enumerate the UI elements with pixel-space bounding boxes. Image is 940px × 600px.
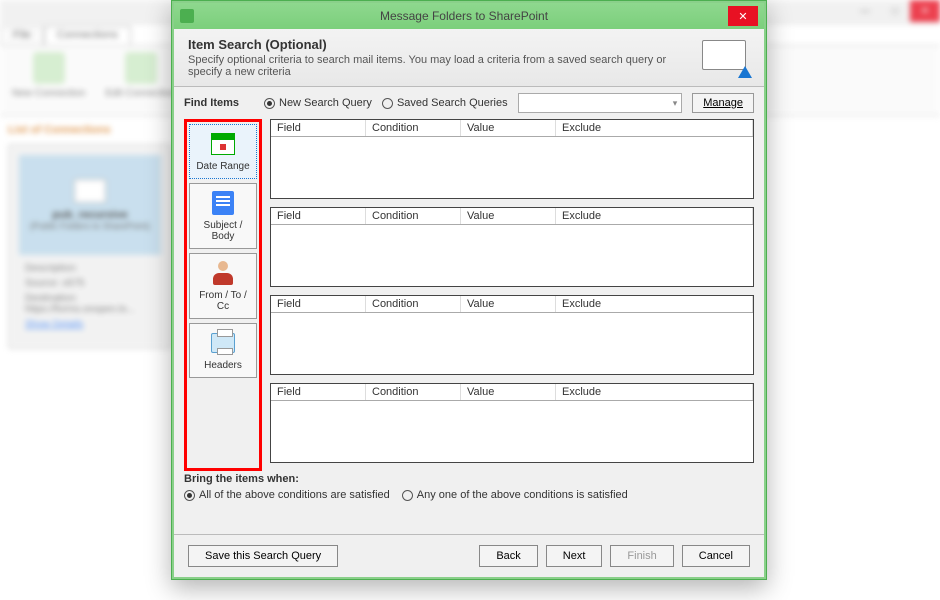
wizard-step-subtitle: Specify optional criteria to search mail… <box>188 54 692 78</box>
next-button[interactable]: Next <box>546 545 603 567</box>
criteria-table-headers[interactable]: Field Condition Value Exclude <box>270 383 754 463</box>
finish-button: Finish <box>610 545 673 567</box>
person-icon <box>211 261 235 285</box>
criteria-table-from[interactable]: Field Condition Value Exclude <box>270 295 754 375</box>
bg-edit-connection-button: Edit Connection <box>105 52 176 109</box>
cancel-button[interactable]: Cancel <box>682 545 750 567</box>
category-column: Date Range Subject / Body From / To / Cc… <box>184 119 262 471</box>
criteria-table-date[interactable]: Field Condition Value Exclude <box>270 119 754 199</box>
document-icon <box>212 191 234 215</box>
app-icon <box>180 9 194 23</box>
bg-minimize-icon: — <box>850 0 880 22</box>
new-connection-icon <box>33 52 65 84</box>
dialog-title: Message Folders to SharePoint <box>200 9 728 23</box>
edit-connection-icon <box>125 52 157 84</box>
bg-maximize-icon: □ <box>880 0 910 22</box>
category-subject-body[interactable]: Subject / Body <box>189 183 257 249</box>
bg-close-icon: ✕ <box>910 0 940 22</box>
col-condition: Condition <box>366 120 461 136</box>
close-button[interactable]: ✕ <box>728 6 758 26</box>
save-query-button[interactable]: Save this Search Query <box>188 545 338 567</box>
radio-any-condition[interactable]: Any one of the above conditions is satis… <box>402 489 628 501</box>
bg-tab-connections: Connections <box>44 26 131 45</box>
bg-tab-file: File <box>0 26 44 45</box>
wizard-step-title: Item Search (Optional) <box>188 37 692 52</box>
printer-icon <box>211 333 235 353</box>
criteria-table-subject[interactable]: Field Condition Value Exclude <box>270 207 754 287</box>
calendar-icon <box>211 133 235 155</box>
col-value: Value <box>461 120 556 136</box>
envelope-icon <box>74 179 106 203</box>
wizard-footer: Save this Search Query Back Next Finish … <box>174 534 764 577</box>
category-headers[interactable]: Headers <box>189 323 257 378</box>
find-items-label: Find Items <box>184 97 254 109</box>
mail-upload-icon <box>702 40 750 76</box>
radio-new-search[interactable]: New Search Query <box>264 97 372 109</box>
dialog-titlebar[interactable]: Message Folders to SharePoint ✕ <box>174 3 764 29</box>
wizard-dialog: Message Folders to SharePoint ✕ Item Sea… <box>171 0 767 580</box>
bg-list-header: List of Connections <box>8 124 172 136</box>
category-date-range[interactable]: Date Range <box>189 124 257 179</box>
wizard-header: Item Search (Optional) Specify optional … <box>174 29 764 87</box>
back-button[interactable]: Back <box>479 545 537 567</box>
manage-button[interactable]: Manage <box>692 93 754 113</box>
bring-items-label: Bring the items when: <box>184 473 754 485</box>
category-from-to-cc[interactable]: From / To / Cc <box>189 253 257 319</box>
col-field: Field <box>271 120 366 136</box>
radio-all-conditions[interactable]: All of the above conditions are satisfie… <box>184 489 390 501</box>
radio-saved-search[interactable]: Saved Search Queries <box>382 97 508 109</box>
bg-new-connection-button: New Connection <box>12 52 85 109</box>
saved-query-combo[interactable] <box>518 93 683 113</box>
bg-connection-card: pub_recursive (Public Folders to SharePo… <box>8 144 172 349</box>
col-exclude: Exclude <box>556 120 753 136</box>
